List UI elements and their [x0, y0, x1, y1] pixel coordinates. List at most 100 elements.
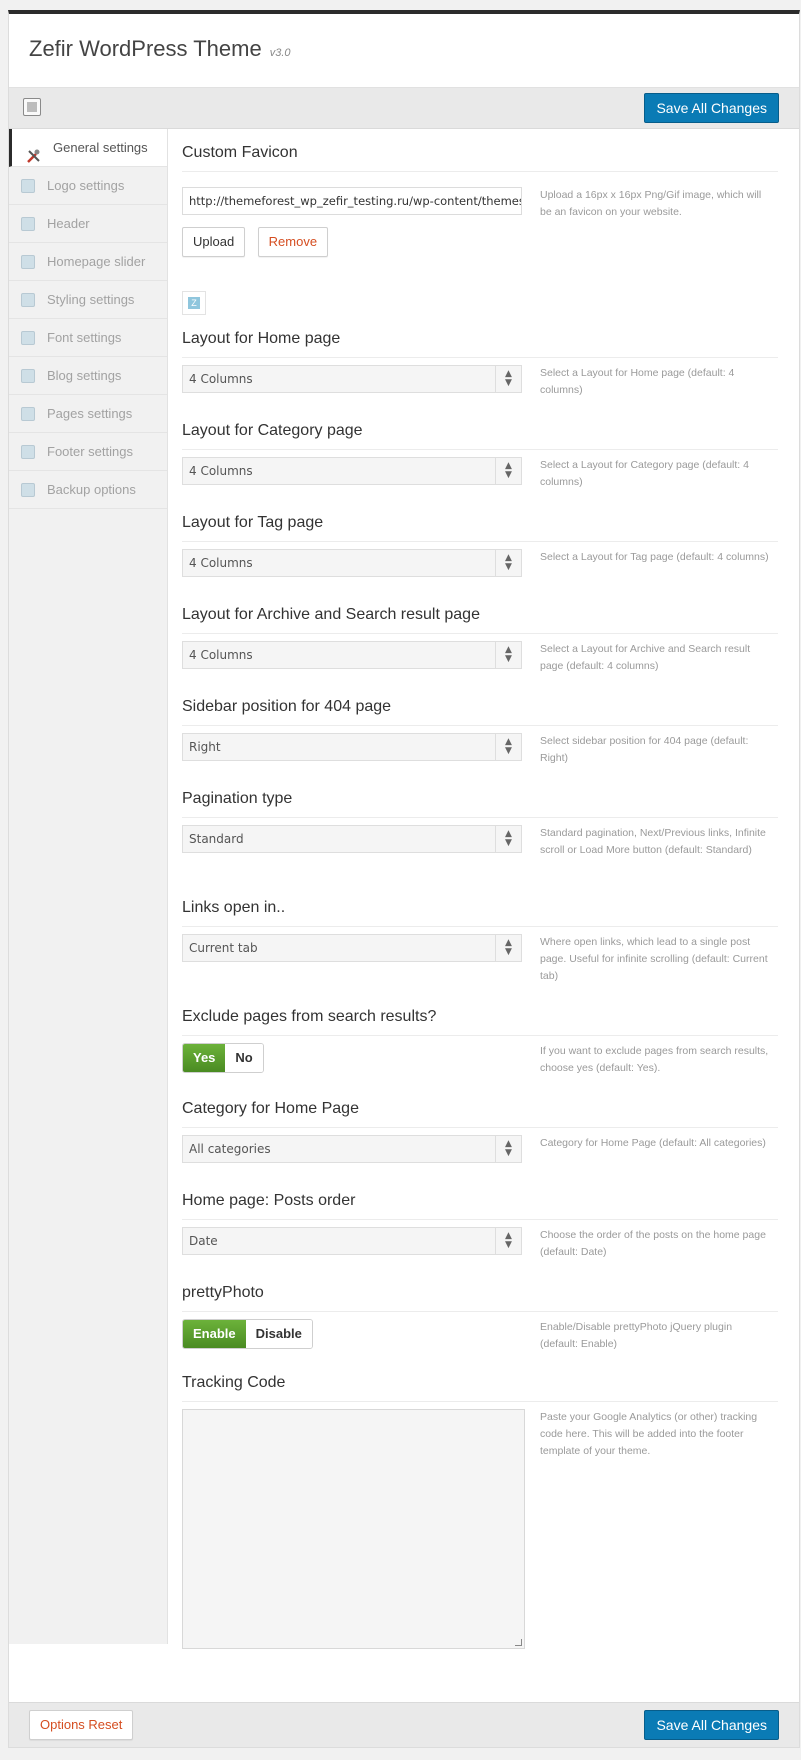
favicon-description: Upload a 16px x 16px Png/Gif image, whic… [540, 189, 762, 218]
tools-icon [26, 141, 40, 163]
bottom-toolbar: Options Reset Save All Changes [9, 1702, 799, 1747]
section-pretty-photo: prettyPhoto Enable Disable Enable/Disabl… [182, 1281, 778, 1361]
slider-icon [21, 255, 35, 269]
select-arrows-icon: ▲ ▼ [495, 1136, 521, 1162]
sidebar-item-styling-settings[interactable]: Styling settings [9, 281, 167, 319]
section-links-open: Links open in.. Current tab ▲ ▼ Where ope… [182, 896, 778, 992]
upload-button[interactable]: Upload [182, 227, 246, 257]
sidebar-item-label: Homepage slider [47, 254, 146, 269]
sidebar-item-header[interactable]: Header [9, 205, 167, 243]
pagination-type-select[interactable]: Standard ▲ ▼ [182, 825, 522, 853]
save-all-changes-button-top[interactable]: Save All Changes [644, 93, 779, 123]
layout-archive-select[interactable]: 4 Columns ▲ ▼ [182, 641, 522, 669]
header-icon [21, 217, 35, 231]
sidebar-item-logo-settings[interactable]: Logo settings [9, 167, 167, 205]
section-title: Layout for Home page [182, 327, 778, 358]
footer-icon [21, 445, 35, 459]
section-pagination-type: Pagination type Standard ▲ ▼ Standard pag… [182, 787, 778, 883]
posts-order-description: Choose the order of the posts on the hom… [540, 1229, 766, 1258]
options-reset-button[interactable]: Options Reset [29, 1710, 134, 1740]
panel-icon [23, 98, 41, 116]
favicon-preview: Z [182, 291, 206, 315]
sidebar-item-general-settings[interactable]: General settings [9, 129, 167, 167]
section-title: prettyPhoto [182, 1281, 778, 1312]
select-value: 4 Columns [189, 464, 253, 478]
remove-button[interactable]: Remove [257, 227, 329, 257]
select-arrows-icon: ▲ ▼ [495, 734, 521, 760]
page-title: Zefir WordPress Theme v3.0 [29, 36, 291, 62]
links-open-description: Where open links, which lead to a single… [540, 936, 768, 982]
select-value: 4 Columns [189, 372, 253, 386]
sidebar-item-backup-options[interactable]: Backup options [9, 471, 167, 509]
page-icon [21, 407, 35, 421]
top-toolbar: Save All Changes [9, 88, 799, 129]
select-arrows-icon: ▲ ▼ [495, 935, 521, 961]
select-value: Right [189, 740, 221, 754]
sidebar-item-label: Footer settings [47, 444, 133, 459]
section-layout-home: Layout for Home page 4 Columns ▲ ▼ Select… [182, 327, 778, 407]
section-layout-archive: Layout for Archive and Search result pag… [182, 603, 778, 683]
section-title: Links open in.. [182, 896, 778, 927]
layout-home-select[interactable]: 4 Columns ▲ ▼ [182, 365, 522, 393]
save-all-changes-button-bottom[interactable]: Save All Changes [644, 1710, 779, 1740]
section-layout-tag: Layout for Tag page 4 Columns ▲ ▼ Select … [182, 511, 778, 591]
blog-icon [21, 369, 35, 383]
posts-order-select[interactable]: Date ▲ ▼ [182, 1227, 522, 1255]
section-exclude-pages: Exclude pages from search results? Yes N… [182, 1005, 778, 1085]
sidebar-item-homepage-slider[interactable]: Homepage slider [9, 243, 167, 281]
tracking-code-textarea[interactable] [182, 1409, 525, 1649]
select-value: 4 Columns [189, 648, 253, 662]
layout-category-description: Select a Layout for Category page (defau… [540, 459, 749, 488]
select-value: Current tab [189, 941, 258, 955]
section-layout-category: Layout for Category page 4 Columns ▲ ▼ Se… [182, 419, 778, 499]
toggle-no[interactable]: No [225, 1044, 263, 1072]
home-category-description: Category for Home Page (default: All cat… [540, 1137, 766, 1149]
select-arrows-icon: ▲ ▼ [495, 642, 521, 668]
select-arrows-icon: ▲ ▼ [495, 550, 521, 576]
section-title: Layout for Archive and Search result pag… [182, 603, 778, 634]
pretty-photo-description: Enable/Disable prettyPhoto jQuery plugin… [540, 1321, 733, 1350]
section-title: Layout for Tag page [182, 511, 778, 542]
toggle-yes[interactable]: Yes [183, 1044, 226, 1072]
select-value: All categories [189, 1142, 271, 1156]
content-row: General settings Logo settings Header Ho… [9, 129, 799, 1649]
toggle-enable[interactable]: Enable [183, 1320, 246, 1348]
sidebar-item-label: Backup options [47, 482, 136, 497]
select-value: 4 Columns [189, 556, 253, 570]
select-arrows-icon: ▲ ▼ [495, 1228, 521, 1254]
exclude-pages-description: If you want to exclude pages from search… [540, 1045, 769, 1074]
home-category-select[interactable]: All categories ▲ ▼ [182, 1135, 522, 1163]
section-title: Home page: Posts order [182, 1189, 778, 1220]
sidebar-item-label: Logo settings [47, 178, 125, 193]
layout-category-select[interactable]: 4 Columns ▲ ▼ [182, 457, 522, 485]
section-title: Category for Home Page [182, 1097, 778, 1128]
sidebar-item-blog-settings[interactable]: Blog settings [9, 357, 167, 395]
select-value: Date [189, 1234, 218, 1248]
sidebar-404-select[interactable]: Right ▲ ▼ [182, 733, 522, 761]
tracking-code-description: Paste your Google Analytics (or other) t… [540, 1411, 758, 1457]
favicon-image: Z [188, 297, 200, 309]
theme-version: v3.0 [269, 47, 291, 59]
sidebar-item-footer-settings[interactable]: Footer settings [9, 433, 167, 471]
select-arrows-icon: ▲ ▼ [495, 366, 521, 392]
theme-title: Zefir WordPress Theme [29, 36, 262, 61]
title-bar: Zefir WordPress Theme v3.0 [9, 14, 799, 88]
layout-tag-select[interactable]: 4 Columns ▲ ▼ [182, 549, 522, 577]
sidebar-item-label: Font settings [47, 330, 122, 345]
section-title: Layout for Category page [182, 419, 778, 450]
section-title: Sidebar position for 404 page [182, 695, 778, 726]
backup-icon [21, 483, 35, 497]
section-tracking-code: Tracking Code Paste your Google Analytic… [182, 1371, 778, 1649]
font-icon [21, 331, 35, 345]
exclude-pages-toggle[interactable]: Yes No [182, 1043, 264, 1073]
favicon-url-input[interactable]: http://themeforest_wp_zefir_testing.ru/w… [182, 187, 522, 215]
layout-archive-description: Select a Layout for Archive and Search r… [540, 643, 751, 672]
section-title: Pagination type [182, 787, 778, 818]
pretty-photo-toggle[interactable]: Enable Disable [182, 1319, 313, 1349]
section-home-category: Category for Home Page All categories ▲ ▼… [182, 1097, 778, 1177]
pagination-description: Standard pagination, Next/Previous links… [540, 827, 766, 856]
sidebar-item-font-settings[interactable]: Font settings [9, 319, 167, 357]
toggle-disable[interactable]: Disable [245, 1320, 312, 1348]
sidebar-item-pages-settings[interactable]: Pages settings [9, 395, 167, 433]
links-open-select[interactable]: Current tab ▲ ▼ [182, 934, 522, 962]
